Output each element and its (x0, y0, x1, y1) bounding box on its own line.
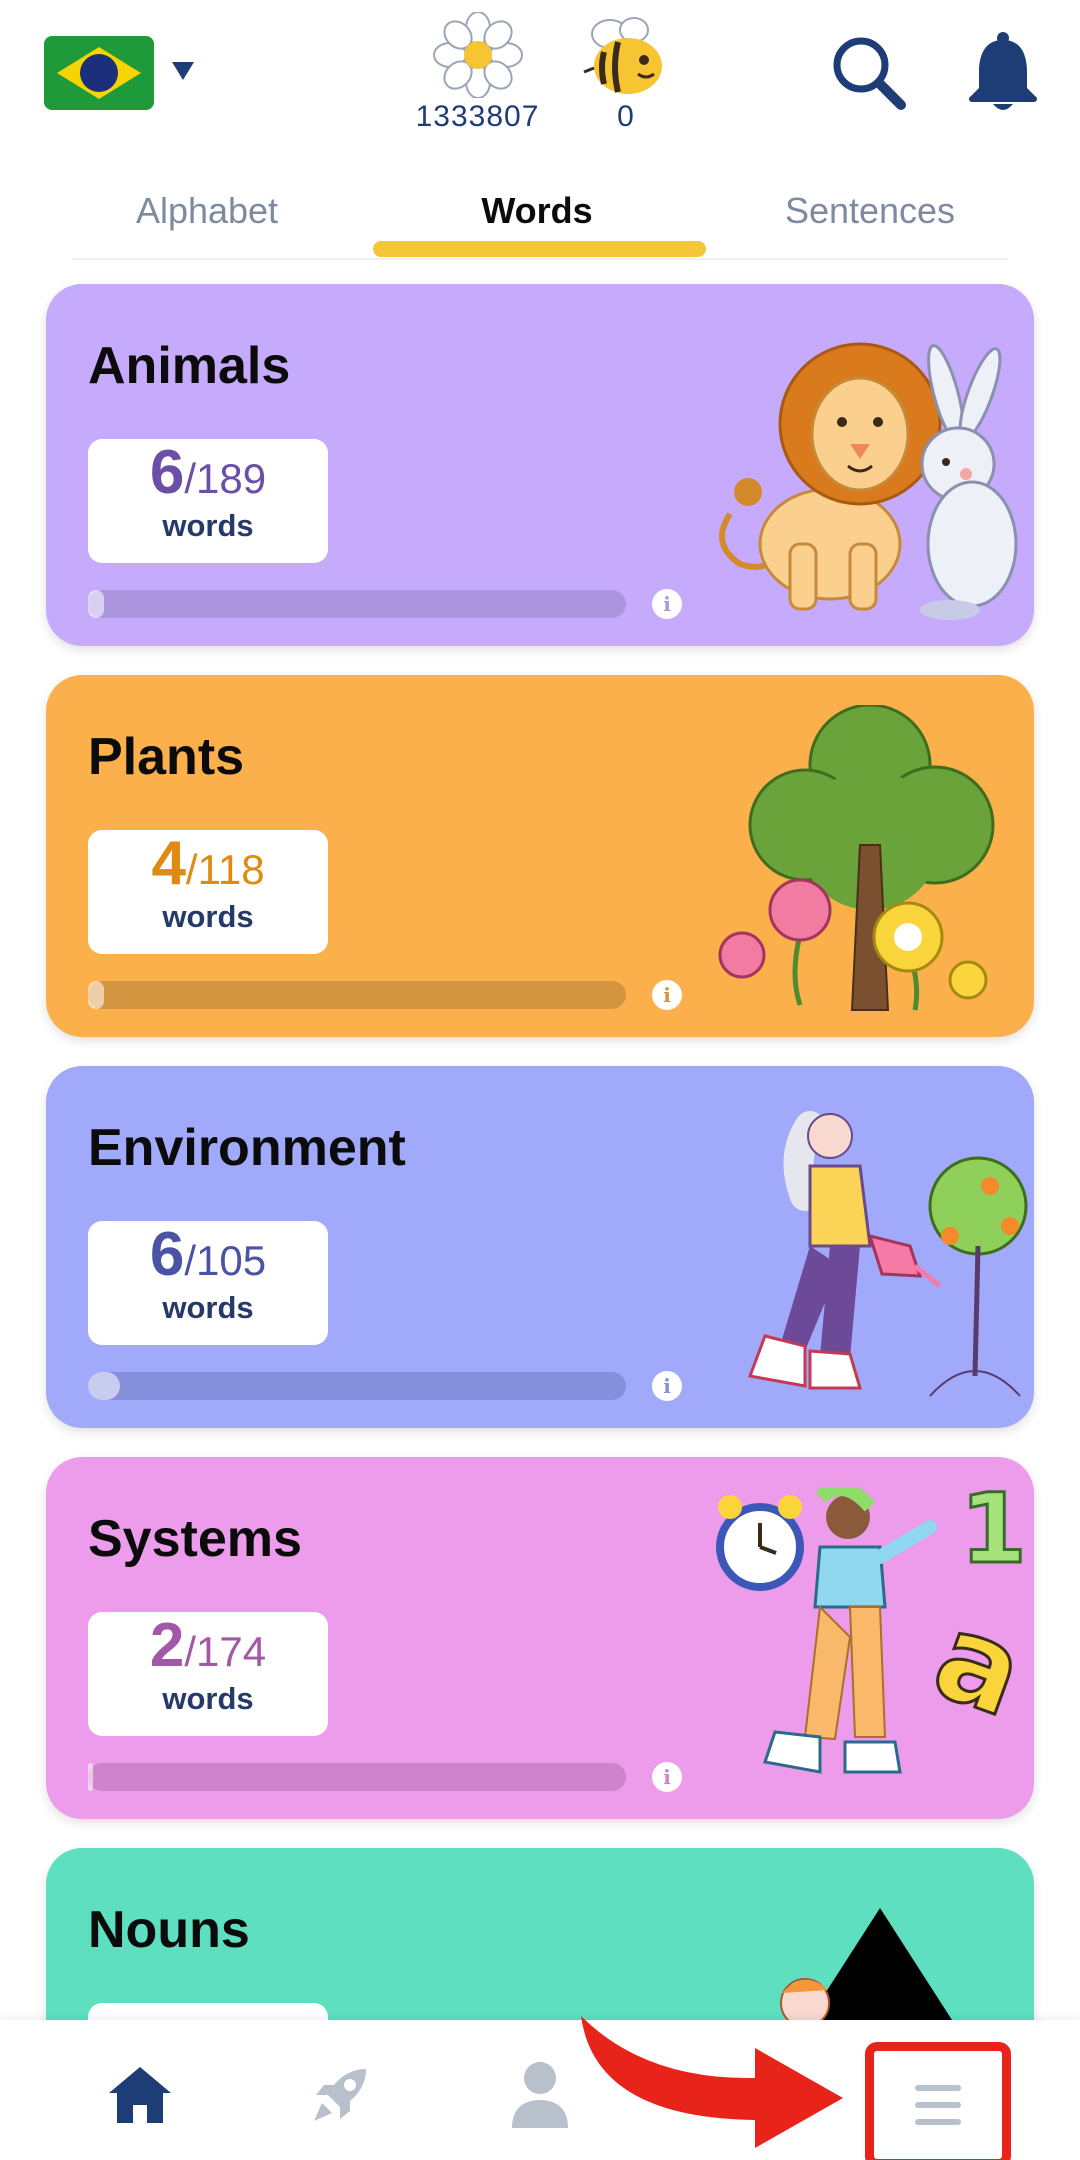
nav-home[interactable] (90, 2050, 190, 2140)
info-icon[interactable]: i (652, 1371, 682, 1401)
menu-icon (915, 2085, 961, 2125)
search-icon (833, 37, 906, 110)
words-unit-label: words (162, 1681, 254, 1716)
nav-menu[interactable] (865, 2042, 1011, 2160)
words-total: /105 (184, 1237, 267, 1284)
lion-rabbit-illustration (719, 342, 1018, 620)
category-card-systems[interactable]: Systems 2/174 words i 1 a (46, 1457, 1034, 1819)
words-learned: 4 (151, 829, 186, 898)
woman-watering-tree-illustration (747, 1111, 1028, 1397)
words-learned: 6 (149, 1220, 185, 1289)
girl-clock-letters-illustration: 1 a (716, 1487, 1030, 1774)
words-total: /174 (184, 1628, 267, 1675)
bottom-navigation (0, 2020, 1080, 2160)
words-total: /118 (185, 846, 265, 893)
profile-icon (512, 2062, 568, 2128)
svg-text:a: a (918, 1586, 1030, 1744)
red-arrow-icon (581, 2016, 843, 2148)
words-unit-label: words (162, 508, 254, 543)
notifications-button[interactable] (960, 30, 1046, 116)
category-card-plants[interactable]: Plants 4/118 words i (46, 675, 1034, 1037)
category-title: Animals (88, 337, 291, 395)
words-total: /189 (184, 455, 267, 502)
category-card-environment[interactable]: Environment 6/105 words i (46, 1066, 1034, 1428)
daisy-flower-icon (432, 12, 523, 98)
category-title: Systems (88, 1510, 302, 1568)
info-icon[interactable]: i (652, 1762, 682, 1792)
info-icon[interactable]: i (652, 589, 682, 619)
chevron-down-icon (172, 62, 194, 80)
flower-counter[interactable]: 1333807 (400, 12, 555, 134)
tab-words[interactable]: Words (372, 190, 702, 232)
words-learned: 6 (149, 438, 185, 507)
category-progress-bar (88, 981, 626, 1009)
word-count-box: 6/189 words (88, 439, 328, 563)
category-title: Nouns (88, 1901, 250, 1959)
language-selector[interactable] (44, 36, 194, 110)
bee-counter[interactable]: 0 (576, 12, 676, 134)
category-progress-bar (88, 590, 626, 618)
bee-icon (583, 17, 662, 94)
word-count-box: 2/174 words (88, 1612, 328, 1736)
category-progress-bar (88, 1763, 626, 1791)
word-count-box: 6/105 words (88, 1221, 328, 1345)
flower-count: 1333807 (415, 100, 540, 133)
tab-sentences[interactable]: Sentences (732, 190, 1008, 232)
words-unit-label: words (162, 1290, 254, 1325)
bee-count: 0 (617, 100, 635, 133)
brazil-flag-icon (44, 36, 154, 110)
home-icon (109, 2067, 171, 2123)
svg-text:1: 1 (960, 1487, 1027, 1585)
tab-alphabet[interactable]: Alphabet (72, 190, 342, 232)
category-progress-bar (88, 1372, 626, 1400)
search-button[interactable] (826, 30, 912, 116)
info-icon[interactable]: i (652, 980, 682, 1010)
active-tab-indicator (373, 241, 706, 257)
tree-flowers-illustration (718, 705, 995, 1011)
bell-icon (969, 32, 1037, 110)
words-unit-label: words (162, 899, 254, 934)
category-card-animals[interactable]: Animals 6/189 words i (46, 284, 1034, 646)
rocket-icon (314, 2069, 366, 2121)
category-title: Plants (88, 728, 245, 786)
nav-rocket[interactable] (290, 2050, 390, 2140)
top-bar: 1333807 0 (0, 0, 1080, 170)
words-learned: 2 (149, 1611, 185, 1680)
word-count-box: 4/118 words (88, 830, 328, 954)
category-title: Environment (88, 1119, 406, 1177)
